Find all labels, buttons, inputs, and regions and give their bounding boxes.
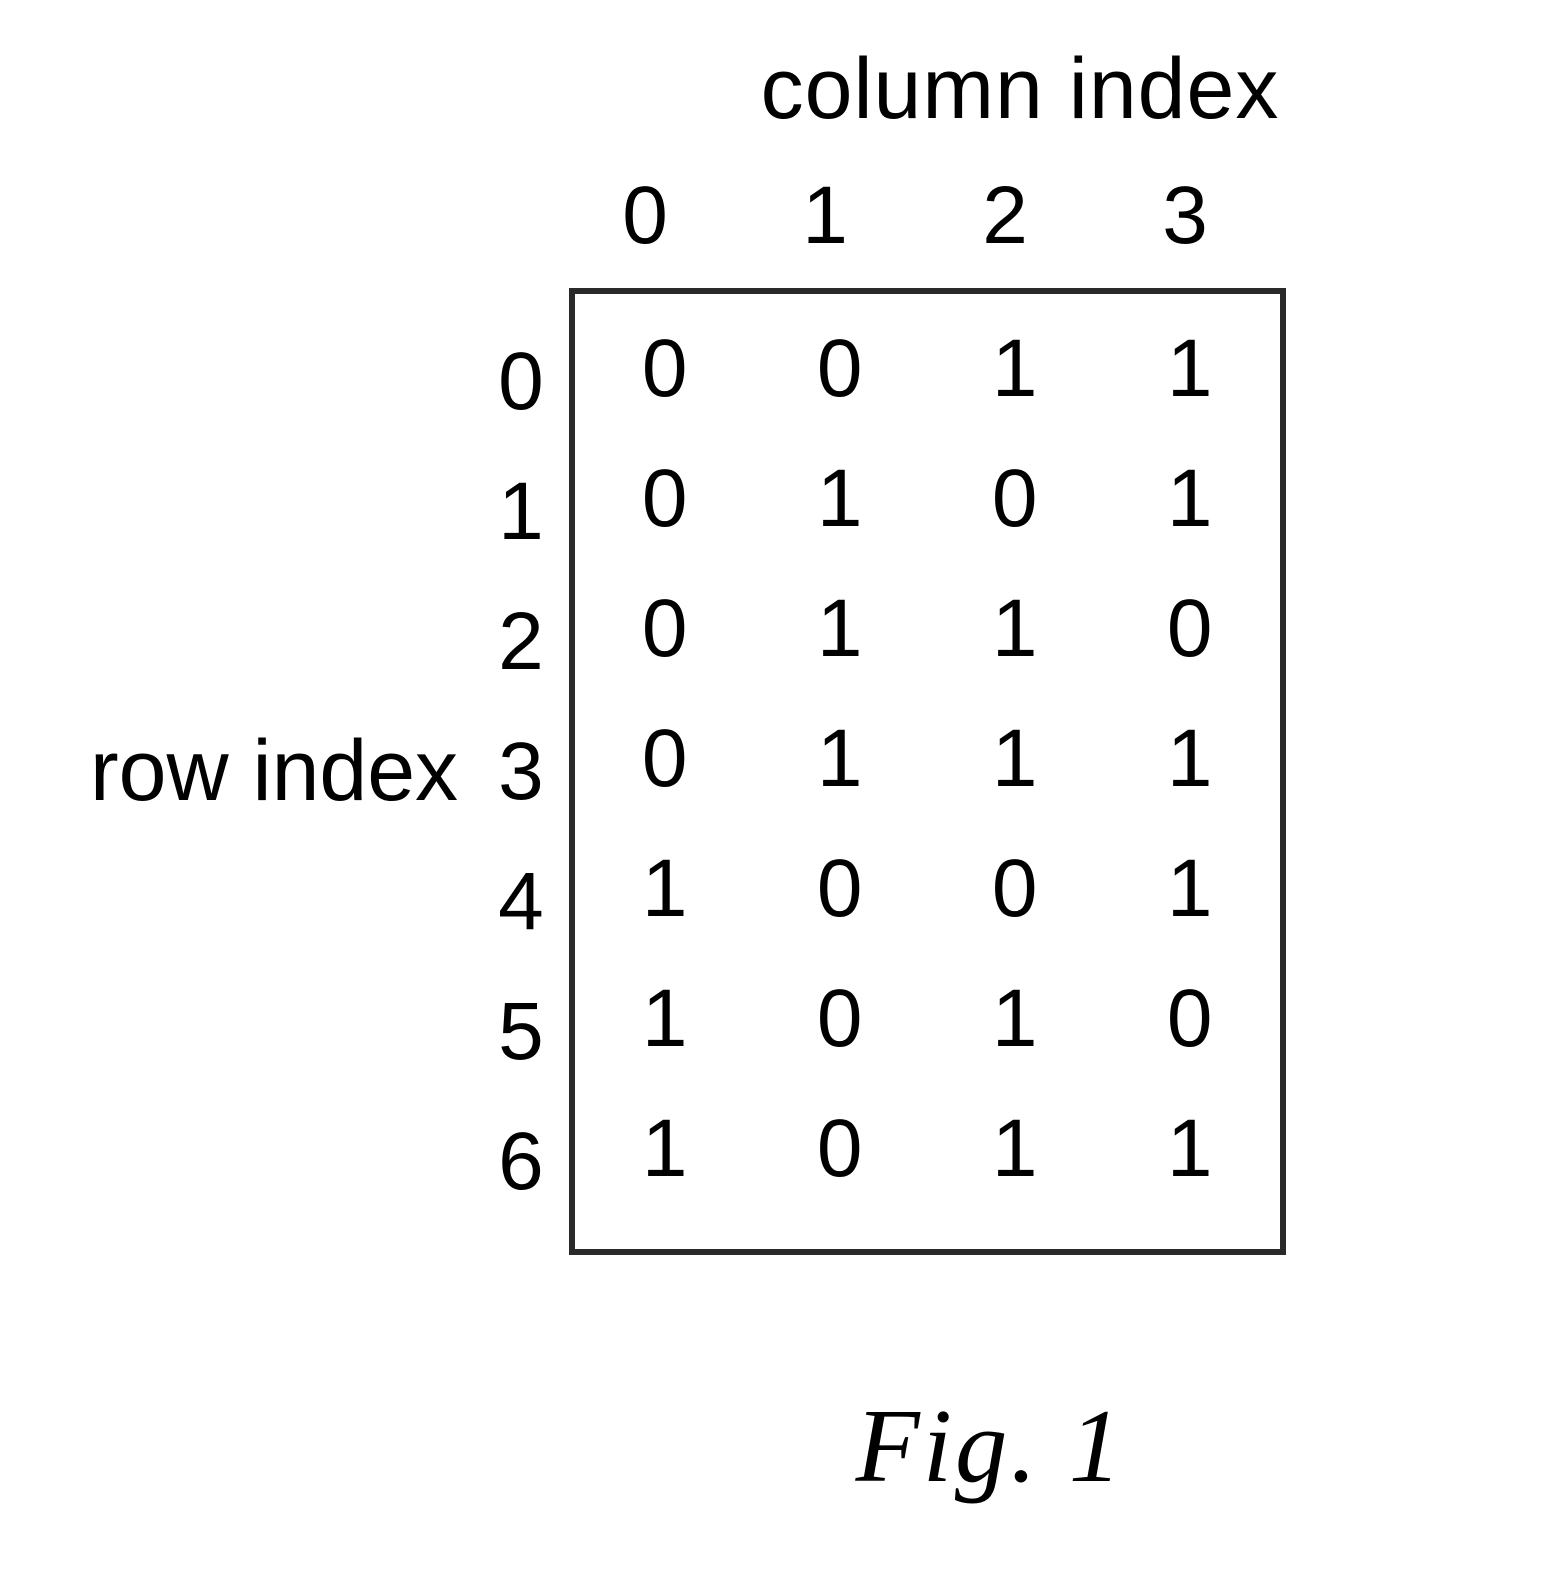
- row-index-title: row index: [90, 722, 458, 821]
- matrix-cell: 0: [810, 974, 870, 1064]
- matrix-cell: 0: [635, 584, 695, 674]
- column-headers: 0 1 2 3: [620, 169, 1490, 263]
- diagram-container: column index 0 1 2 3 row index 0 1 2 3 4…: [90, 40, 1490, 1506]
- row-header-1: 1: [498, 467, 544, 557]
- matrix-cell: 1: [635, 1104, 695, 1194]
- matrix-row: 1 0 1 0: [635, 974, 1220, 1064]
- row-header-6: 6: [498, 1117, 544, 1207]
- matrix-cell: 1: [810, 714, 870, 804]
- row-indices: 0 1 2 3 4 5 6: [498, 337, 544, 1207]
- matrix-cell: 0: [810, 844, 870, 934]
- matrix-cell: 0: [635, 454, 695, 544]
- matrix-cell: 0: [810, 1104, 870, 1194]
- matrix-cell: 1: [985, 974, 1045, 1064]
- matrix-cell: 1: [1160, 844, 1220, 934]
- matrix-cell: 1: [1160, 454, 1220, 544]
- matrix-cell: 1: [985, 324, 1045, 414]
- matrix-cell: 1: [985, 714, 1045, 804]
- col-header-2: 2: [980, 169, 1030, 263]
- matrix-row: 0 1 1 1: [635, 714, 1220, 804]
- row-header-3: 3: [498, 727, 544, 817]
- matrix-cell: 0: [985, 454, 1045, 544]
- row-header-0: 0: [498, 337, 544, 427]
- row-header-2: 2: [498, 597, 544, 687]
- matrix-row: 1 0 0 1: [635, 844, 1220, 934]
- matrix-cell: 1: [1160, 1104, 1220, 1194]
- figure-caption: Fig. 1: [490, 1385, 1490, 1506]
- matrix-cell: 0: [1160, 974, 1220, 1064]
- matrix-cell: 1: [985, 584, 1045, 674]
- matrix-row: 1 0 1 1: [635, 1104, 1220, 1194]
- col-header-0: 0: [620, 169, 670, 263]
- matrix-cell: 1: [985, 1104, 1045, 1194]
- matrix-cell: 0: [1160, 584, 1220, 674]
- main-area: row index 0 1 2 3 4 5 6 0 0 1 1 0 1 0 1: [90, 288, 1490, 1255]
- matrix-cell: 1: [1160, 324, 1220, 414]
- matrix-cell: 0: [635, 324, 695, 414]
- col-header-3: 3: [1160, 169, 1210, 263]
- matrix-cell: 1: [810, 584, 870, 674]
- row-header-4: 4: [498, 857, 544, 947]
- matrix-row: 0 0 1 1: [635, 324, 1220, 414]
- matrix-row: 0 1 1 0: [635, 584, 1220, 674]
- matrix-cell: 0: [635, 714, 695, 804]
- matrix-cell: 0: [985, 844, 1045, 934]
- matrix-cell: 1: [635, 974, 695, 1064]
- matrix-cell: 1: [635, 844, 695, 934]
- col-header-1: 1: [800, 169, 850, 263]
- matrix-cell: 1: [810, 454, 870, 544]
- matrix-row: 0 1 0 1: [635, 454, 1220, 544]
- column-index-title: column index: [550, 40, 1490, 139]
- row-header-5: 5: [498, 987, 544, 1077]
- matrix-cell: 0: [810, 324, 870, 414]
- matrix-box: 0 0 1 1 0 1 0 1 0 1 1 0 0 1 1 1: [569, 288, 1286, 1255]
- matrix-cell: 1: [1160, 714, 1220, 804]
